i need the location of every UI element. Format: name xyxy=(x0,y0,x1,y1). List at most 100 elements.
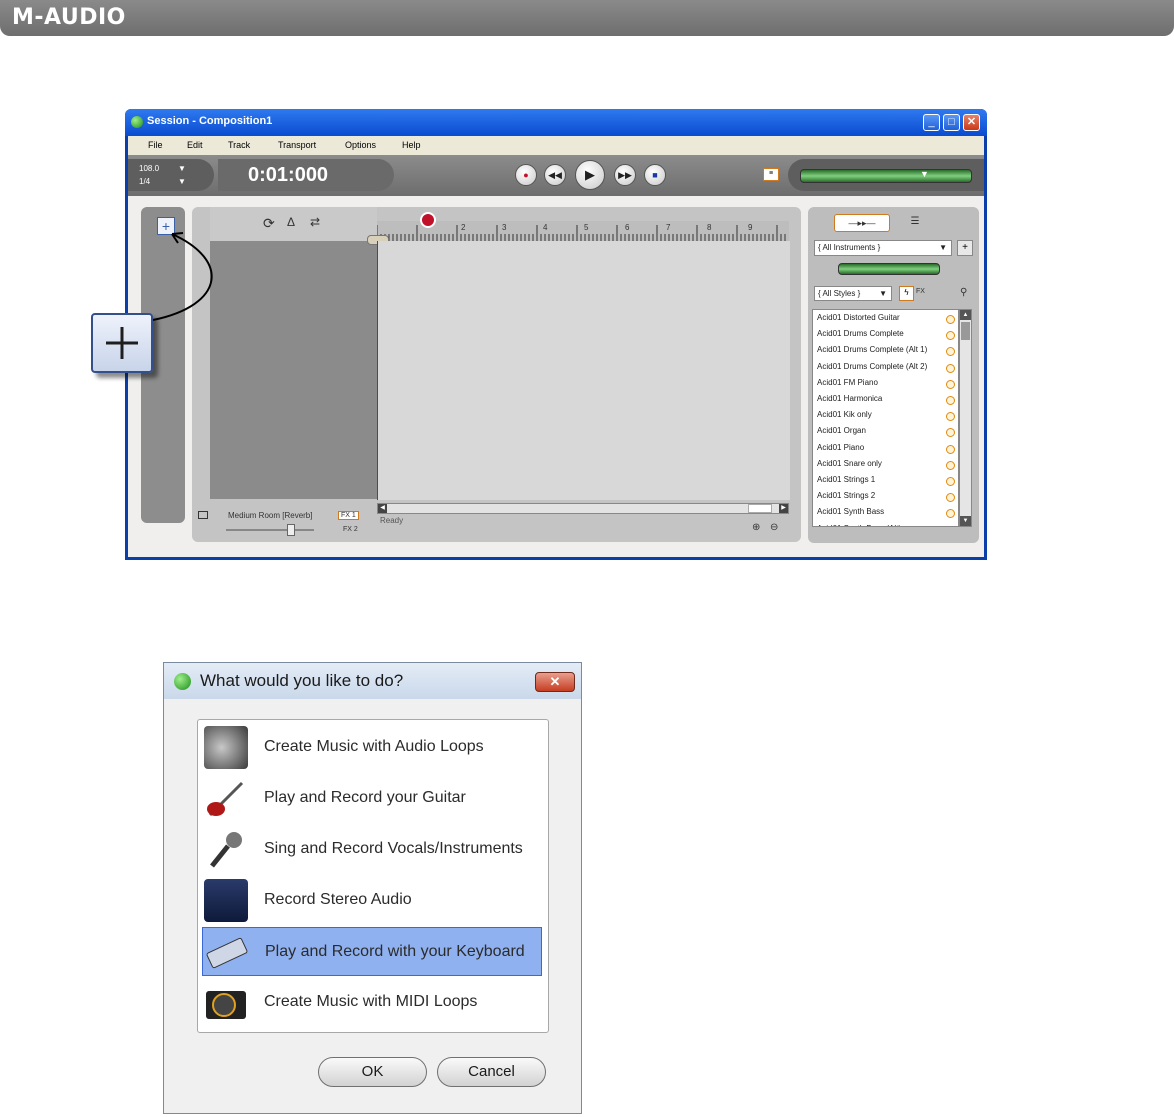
zoom-out-icon[interactable]: ⊖ xyxy=(770,522,778,533)
loop-list-item[interactable]: Acid01 Harmonica xyxy=(813,393,958,408)
timeline-area[interactable] xyxy=(377,241,790,503)
midi-loops-tab[interactable]: ☰ xyxy=(900,214,930,230)
option-vocals[interactable]: Sing and Record Vocals/Instruments xyxy=(202,825,542,874)
style-filter-value: { All Styles } xyxy=(818,289,861,298)
option-audio-loops[interactable]: Create Music with Audio Loops xyxy=(202,723,542,772)
cancel-button[interactable]: Cancel xyxy=(437,1057,546,1087)
preview-play-icon[interactable] xyxy=(946,315,955,324)
tempo-dropdown-icon[interactable]: ▼ xyxy=(178,164,186,173)
audio-loops-tab[interactable]: —▸▸— xyxy=(834,214,890,232)
time-signature-value[interactable]: 1/4 xyxy=(139,177,150,186)
preview-play-icon[interactable] xyxy=(946,493,955,503)
loop-list-item[interactable]: Acid01 Synth Bass xyxy=(813,506,958,521)
instrument-filter-dropdown[interactable]: { All Instruments } ▼ xyxy=(814,240,952,256)
menu-track[interactable]: Track xyxy=(228,140,250,150)
loop-list-item[interactable]: Acid01 Drums Complete xyxy=(813,328,958,343)
preview-play-icon[interactable] xyxy=(946,460,955,470)
dialog-close-button[interactable]: ✕ xyxy=(535,672,575,692)
preview-play-icon[interactable] xyxy=(946,363,955,373)
menu-help[interactable]: Help xyxy=(402,140,421,150)
app-icon xyxy=(131,116,143,128)
horizontal-scroll-thumb[interactable] xyxy=(748,504,772,513)
loop-list-item[interactable]: Acid01 Distorted Guitar xyxy=(813,312,958,327)
lightning-icon[interactable]: ϟ xyxy=(899,286,914,301)
scroll-right-icon[interactable]: ▶ xyxy=(779,504,788,513)
playhead-marker[interactable] xyxy=(420,212,436,228)
loop-list-item[interactable]: Acid01 Drums Complete (Alt 2) xyxy=(813,361,958,376)
menu-transport[interactable]: Transport xyxy=(278,140,316,150)
preview-play-icon[interactable] xyxy=(946,428,955,438)
tempo-panel: 108.0 ▼ 1/4 ▼ xyxy=(128,159,214,191)
play-button[interactable]: ▶ xyxy=(575,160,605,190)
fx1-button[interactable]: FX 1 xyxy=(338,511,359,520)
metronome-icon[interactable]: Δ xyxy=(287,215,295,229)
preview-play-icon[interactable] xyxy=(946,509,955,519)
scroll-down-icon[interactable]: ▼ xyxy=(960,516,971,526)
preview-play-icon[interactable] xyxy=(946,379,955,389)
loop-list-item[interactable]: Acid01 Synth Bass (Alt) xyxy=(813,523,958,526)
preview-play-icon[interactable] xyxy=(946,477,955,486)
minimize-button[interactable]: _ xyxy=(923,114,940,131)
close-button[interactable]: ✕ xyxy=(963,114,980,131)
window-titlebar[interactable]: Session - Composition1 _ □ ✕ xyxy=(125,109,987,136)
scroll-left-icon[interactable]: ◀ xyxy=(378,504,387,513)
fx2-button[interactable]: FX 2 xyxy=(343,526,358,533)
loop-list[interactable]: Acid01 Distorted Guitar Acid01 Drums Comp… xyxy=(812,309,959,527)
preview-play-icon[interactable] xyxy=(946,444,955,454)
maximize-button[interactable]: □ xyxy=(943,114,960,131)
master-volume-meter[interactable] xyxy=(800,169,972,183)
preview-volume-meter[interactable] xyxy=(838,263,940,275)
loop-list-item[interactable]: Acid01 Kik only xyxy=(813,409,958,424)
loop-list-scrollbar[interactable]: ▲ ▼ xyxy=(959,309,972,527)
window-title: Session - Composition1 xyxy=(147,115,273,127)
preview-play-icon[interactable] xyxy=(946,331,955,341)
effect-level-slider[interactable] xyxy=(226,529,314,531)
loop-list-item[interactable]: Acid01 Drums Complete (Alt 1) xyxy=(813,344,958,359)
rewind-button[interactable]: ◀◀ xyxy=(544,164,566,186)
stop-button[interactable]: ■ xyxy=(644,164,666,186)
preview-play-icon[interactable] xyxy=(946,347,955,357)
add-track-callout xyxy=(91,313,153,373)
notes-icon[interactable]: ≡ xyxy=(763,168,779,181)
option-guitar[interactable]: Play and Record your Guitar xyxy=(202,774,542,823)
menu-file[interactable]: File xyxy=(148,140,163,150)
preview-play-icon[interactable] xyxy=(946,412,955,422)
loop-list-item[interactable]: Acid01 FM Piano xyxy=(813,377,958,392)
scroll-up-icon[interactable]: ▲ xyxy=(960,310,971,320)
instrument-filter-value: { All Instruments } xyxy=(818,243,881,252)
vertical-scroll-thumb[interactable] xyxy=(961,322,970,340)
track-list[interactable] xyxy=(210,241,377,499)
drum-kit-icon xyxy=(204,726,248,769)
ok-button[interactable]: OK xyxy=(318,1057,427,1087)
zoom-in-icon[interactable]: ⊕ xyxy=(752,522,760,533)
loop-icon[interactable]: ⟳ xyxy=(263,215,275,232)
timeline-ruler[interactable]: 2 3 4 5 6 7 8 9 xyxy=(377,221,789,242)
record-button[interactable]: ● xyxy=(515,164,537,186)
snap-icon[interactable]: ⇄ xyxy=(310,215,320,229)
loop-list-item[interactable]: Acid01 Organ xyxy=(813,425,958,440)
search-icon[interactable]: ⚲ xyxy=(960,287,967,298)
option-midi-loops[interactable]: Create Music with MIDI Loops xyxy=(202,978,542,1027)
master-volume-slider-icon[interactable]: ▼ xyxy=(920,169,929,179)
time-signature-dropdown-icon[interactable]: ▼ xyxy=(178,177,186,186)
option-stereo-audio[interactable]: Record Stereo Audio xyxy=(202,876,542,925)
style-filter-dropdown[interactable]: { All Styles } ▼ xyxy=(814,286,892,301)
loop-list-item[interactable]: Acid01 Piano xyxy=(813,442,958,457)
tempo-value[interactable]: 108.0 xyxy=(139,164,159,173)
timeline-horizontal-scrollbar[interactable]: ◀ ▶ xyxy=(377,503,789,514)
add-instrument-button[interactable]: + xyxy=(957,240,973,256)
fast-forward-button[interactable]: ▶▶ xyxy=(614,164,636,186)
preview-play-icon[interactable] xyxy=(946,525,955,526)
fx-label[interactable]: FX xyxy=(916,288,925,295)
loop-list-item[interactable]: Acid01 Strings 2 xyxy=(813,490,958,505)
preview-play-icon[interactable] xyxy=(946,396,955,405)
loop-list-item[interactable]: Acid01 Strings 1 xyxy=(813,474,958,489)
menu-edit[interactable]: Edit xyxy=(187,140,203,150)
dialog-titlebar[interactable]: What would you like to do? ✕ xyxy=(164,663,581,699)
loop-list-item[interactable]: Acid01 Snare only xyxy=(813,458,958,473)
option-keyboard[interactable]: Play and Record with your Keyboard xyxy=(202,927,542,976)
effect-level-slider-thumb[interactable] xyxy=(287,524,295,536)
mixer-toggle-icon[interactable] xyxy=(198,511,208,519)
loop-name: Acid01 Drums Complete (Alt 2) xyxy=(817,361,928,371)
menu-options[interactable]: Options xyxy=(345,140,376,150)
